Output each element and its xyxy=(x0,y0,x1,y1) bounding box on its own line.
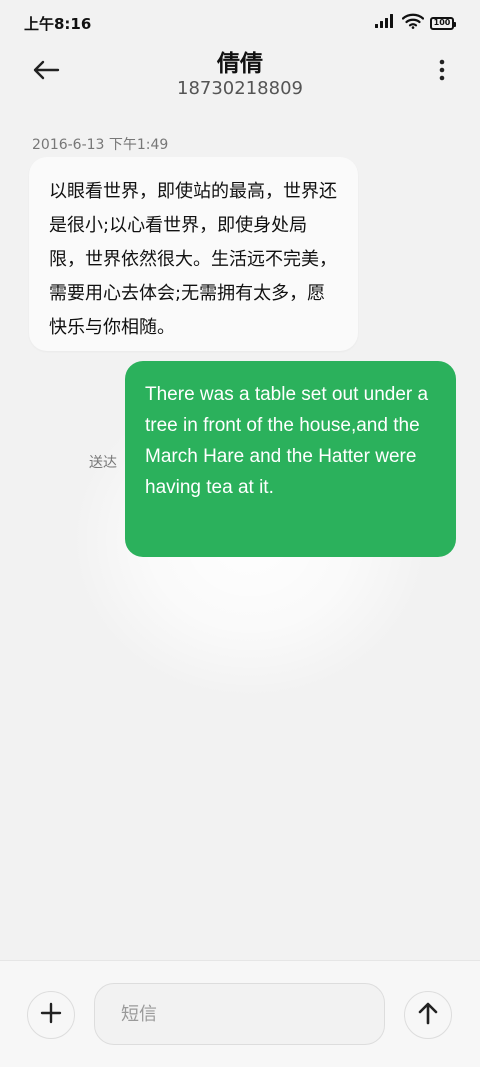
status-icons: 100 xyxy=(374,12,456,34)
incoming-message-bubble[interactable]: 以眼看世界，即使站的最高，世界还是很小;以心看世界，即使身处局限，世界依然很大。… xyxy=(29,157,358,351)
outgoing-message-bubble[interactable]: There was a table set out under a tree i… xyxy=(125,361,456,557)
incoming-message-text: 以眼看世界，即使站的最高，世界还是很小;以心看世界，即使身处局限，世界依然很大。… xyxy=(49,181,337,338)
message-timestamp: 2016-6-13 下午1:49 xyxy=(32,137,169,153)
battery-level: 100 xyxy=(433,18,451,27)
contact-phone-number: 18730218809 xyxy=(177,78,303,99)
send-arrow-icon xyxy=(417,1001,439,1029)
add-attachment-button[interactable] xyxy=(27,991,75,1039)
conversation-header: 倩倩 18730218809 xyxy=(0,40,480,102)
outgoing-message-text: There was a table set out under a tree i… xyxy=(145,384,429,498)
contact-name: 倩倩 xyxy=(217,51,263,77)
wifi-icon xyxy=(401,13,425,33)
send-button[interactable] xyxy=(404,991,452,1039)
plus-icon xyxy=(40,1002,62,1028)
battery-icon: 100 xyxy=(430,16,456,30)
more-vertical-icon xyxy=(439,59,445,85)
message-input[interactable] xyxy=(94,983,385,1045)
status-time: 上午8:16 xyxy=(24,15,92,33)
delivery-status: 送达 xyxy=(89,455,117,471)
more-options-button[interactable] xyxy=(432,54,452,90)
message-composer xyxy=(0,960,480,1067)
signal-icon xyxy=(374,13,396,33)
